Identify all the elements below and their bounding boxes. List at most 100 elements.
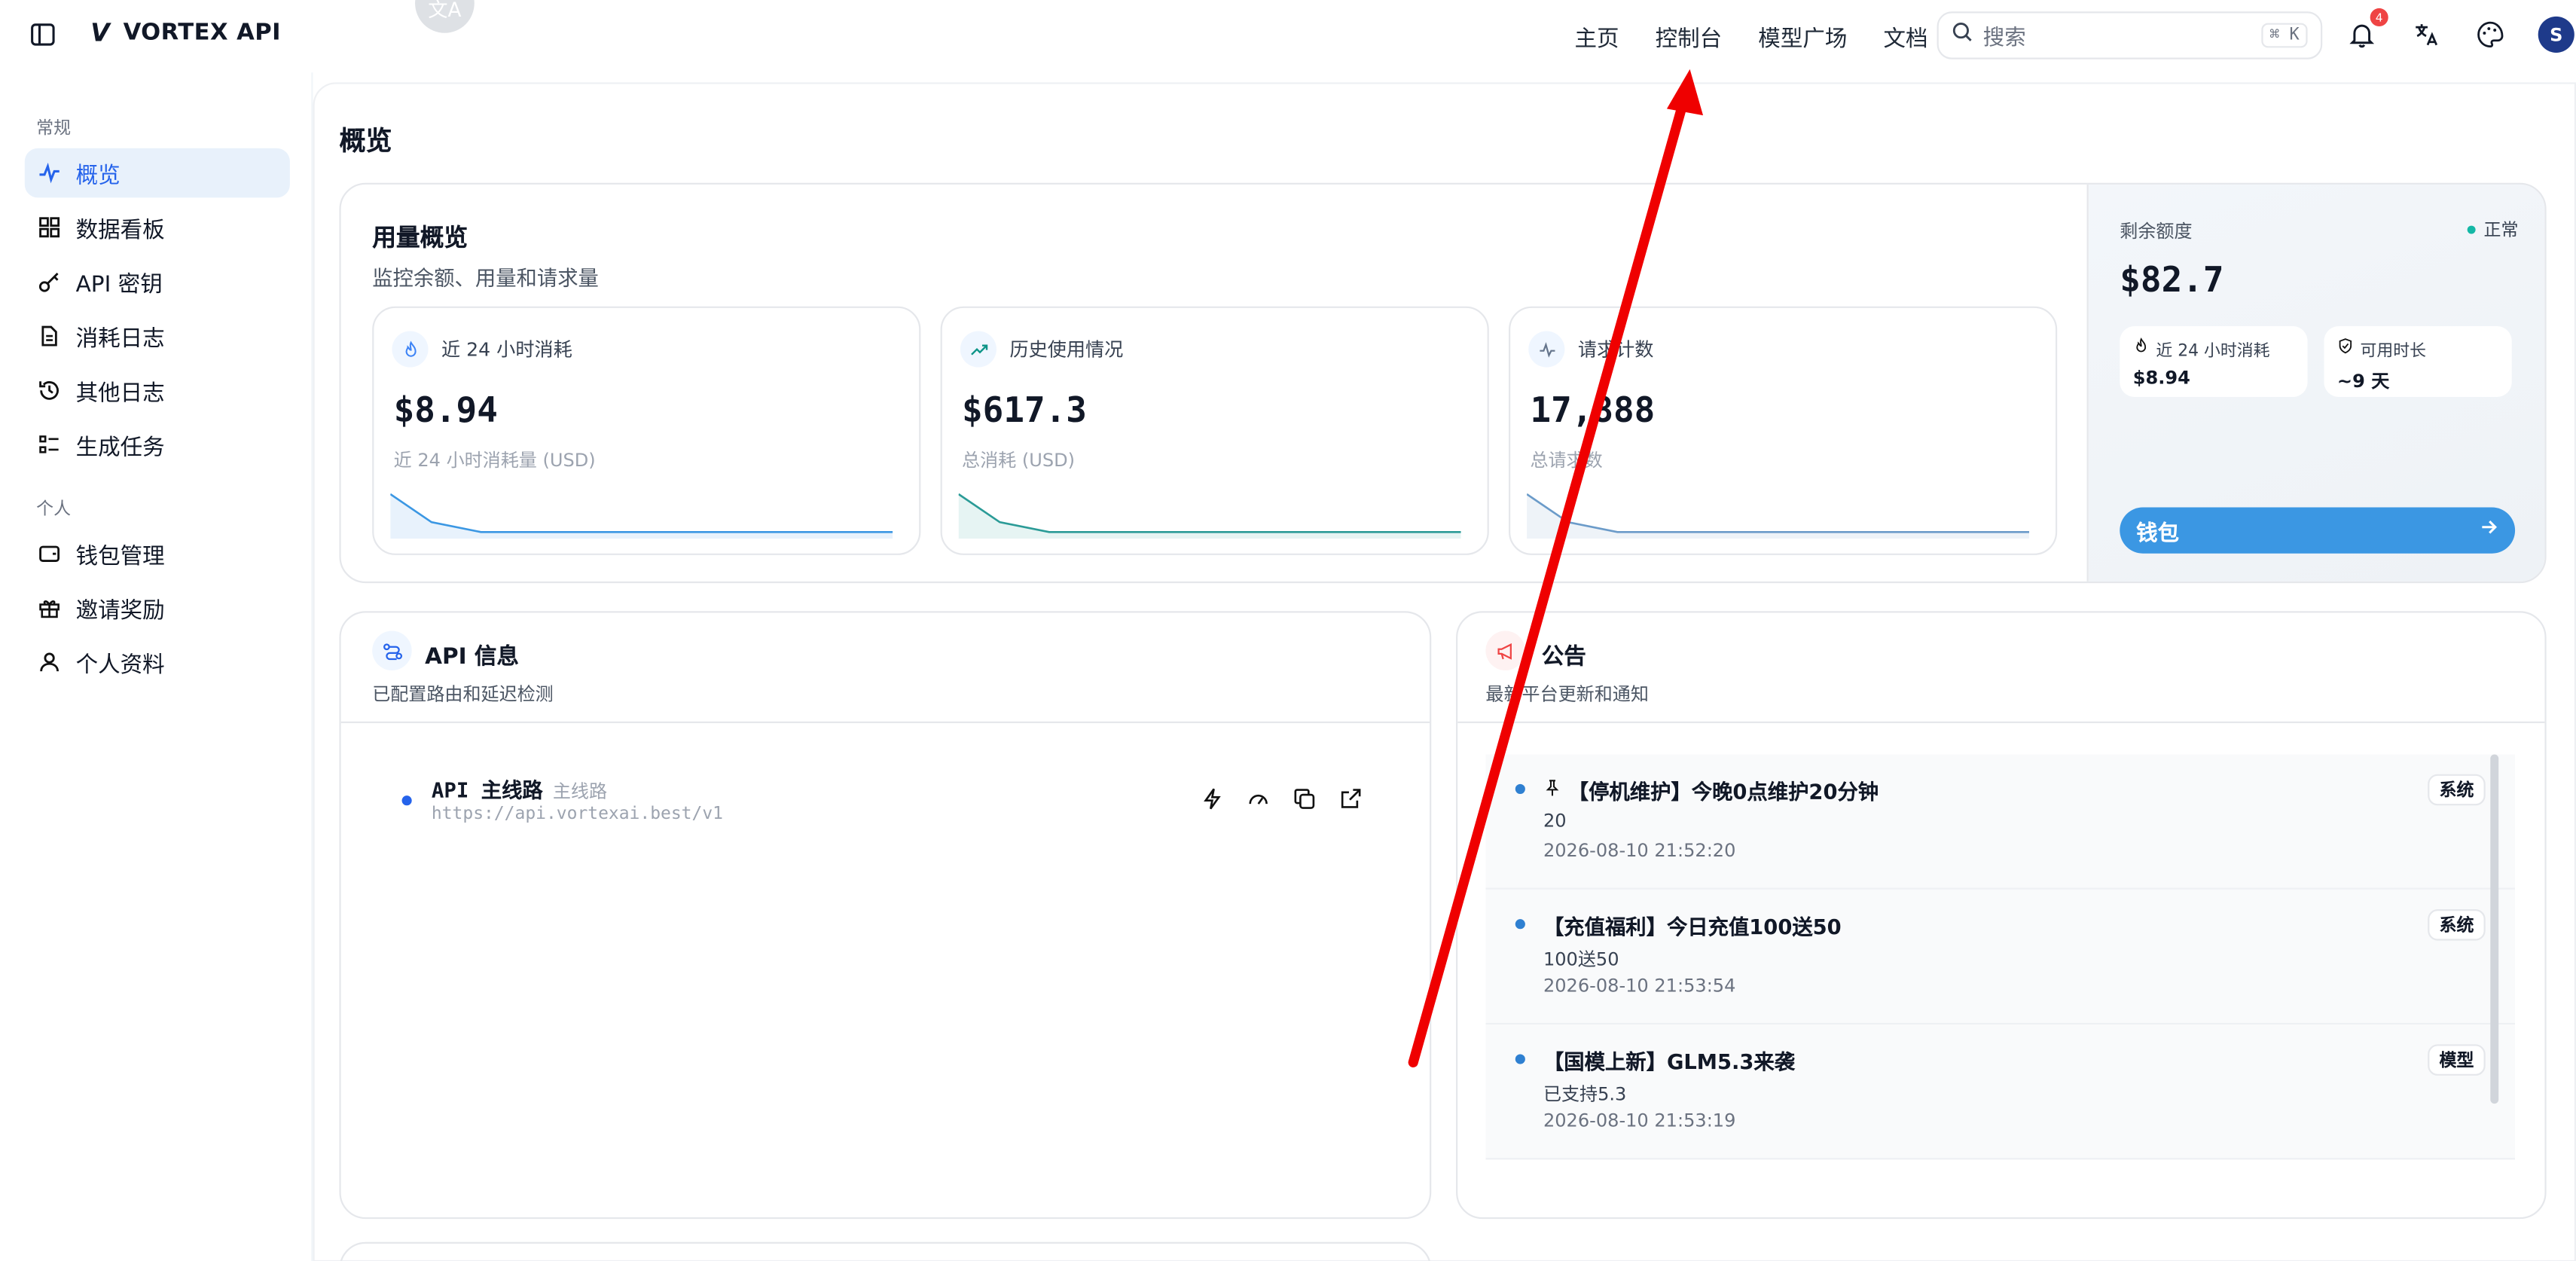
stat-card-24h: 近 24 小时消耗 $8.94 近 24 小时消耗量 (USD) bbox=[372, 306, 921, 555]
language-icon[interactable] bbox=[2410, 18, 2443, 51]
wallet-button-label: 钱包 bbox=[2136, 521, 2180, 546]
api-info-subtitle: 已配置路由和延迟检测 bbox=[372, 683, 554, 705]
sidebar-section-general: 常规 bbox=[36, 118, 72, 139]
sidebar-item-usage-logs[interactable]: 消耗日志 bbox=[25, 311, 290, 361]
stat-value: $617.3 bbox=[962, 390, 1087, 430]
nav-model-plaza[interactable]: 模型广场 bbox=[1758, 20, 1847, 53]
unread-dot bbox=[1515, 783, 1525, 794]
copy-icon[interactable] bbox=[1291, 786, 1316, 811]
translate-float-icon[interactable]: 文A bbox=[415, 0, 475, 33]
trend-up-icon bbox=[960, 331, 997, 368]
stat-subtext: 总请求数 bbox=[1530, 449, 1603, 472]
stat-subtext: 近 24 小时消耗量 (USD) bbox=[393, 449, 596, 472]
mini-label: 可用时长 bbox=[2360, 342, 2427, 361]
dashboard-icon bbox=[39, 217, 60, 238]
gift-icon bbox=[39, 600, 60, 618]
announcement-title: 【停机维护】今晚0点维护20分钟 bbox=[1567, 779, 1879, 805]
balance-panel: 剩余额度 正常 $82.7 近 24 小时消耗 $8.94 可用时长 ~9 天 … bbox=[2086, 184, 2545, 582]
divider bbox=[340, 721, 1430, 723]
api-info-title: API 信息 bbox=[425, 643, 519, 670]
route-actions bbox=[1199, 786, 1362, 811]
sidebar-item-invite[interactable]: 邀请奖励 bbox=[25, 583, 290, 633]
usage-title: 用量概览 bbox=[372, 225, 469, 252]
gauge-icon[interactable] bbox=[1245, 786, 1270, 811]
search-icon bbox=[1952, 21, 1973, 49]
announcement-body: 20 bbox=[1543, 810, 1567, 832]
mini-value: ~9 天 bbox=[2336, 371, 2390, 392]
brand-name: VORTEX API bbox=[123, 20, 281, 47]
main-content: 概览 用量概览 监控余额、用量和请求量 近 24 小时消耗 $8.94 近 24… bbox=[313, 72, 2576, 1261]
announcement-date: 2026-08-10 21:53:19 bbox=[1543, 1110, 1736, 1132]
nav-console[interactable]: 控制台 bbox=[1656, 20, 1723, 53]
announcement-tag: 系统 bbox=[2428, 909, 2486, 941]
status-badge: 正常 bbox=[2467, 218, 2518, 243]
mini-label: 近 24 小时消耗 bbox=[2156, 342, 2270, 361]
nav-docs[interactable]: 文档 bbox=[1883, 20, 1927, 53]
announcement-body: 已支持5.3 bbox=[1543, 1083, 1627, 1106]
announcements-subtitle: 最新平台更新和通知 bbox=[1485, 683, 1649, 705]
stat-label: 请求计数 bbox=[1577, 337, 1654, 361]
sidebar-item-api-keys[interactable]: API 密钥 bbox=[25, 257, 290, 307]
bell-icon[interactable]: 4 bbox=[2346, 8, 2388, 51]
stat-label: 近 24 小时消耗 bbox=[441, 337, 572, 361]
nav-home[interactable]: 主页 bbox=[1574, 20, 1619, 53]
balance-label: 剩余额度 bbox=[2120, 221, 2193, 243]
page-title: 概览 bbox=[339, 125, 392, 157]
sidebar-item-label: 数据看板 bbox=[75, 217, 165, 244]
sidebar-item-label: 个人资料 bbox=[75, 652, 165, 679]
announcement-item[interactable]: 【国模上新】GLM5.3来袭 已支持5.3 2026-08-10 21:53:1… bbox=[1485, 1024, 2516, 1160]
external-link-icon[interactable] bbox=[1338, 786, 1363, 811]
top-actions: 4 S bbox=[2346, 8, 2574, 53]
avatar[interactable]: S bbox=[2538, 16, 2574, 53]
top-nav: 主页 控制台 模型广场 文档 bbox=[1574, 20, 1927, 53]
announcement-item[interactable]: 【充值福利】今日充值100送50 100送50 2026-08-10 21:53… bbox=[1485, 889, 2516, 1025]
route-icon bbox=[372, 630, 412, 670]
search-shortcut: ⌘ K bbox=[2261, 23, 2308, 48]
palette-icon[interactable] bbox=[2474, 18, 2507, 51]
announcement-date: 2026-08-10 21:52:20 bbox=[1543, 840, 1736, 862]
stat-value: $8.94 bbox=[393, 390, 498, 430]
announcements-title: 公告 bbox=[1541, 643, 1586, 670]
stat-subtext: 总消耗 (USD) bbox=[962, 449, 1076, 472]
mini-stat-duration: 可用时长 ~9 天 bbox=[2324, 325, 2512, 397]
announcements-card: 公告 最新平台更新和通知 【停机维护】今晚0点维护20分钟 20 2026-08… bbox=[1456, 611, 2547, 1220]
sidebar-item-profile[interactable]: 个人资料 bbox=[25, 637, 290, 687]
history-icon bbox=[39, 381, 59, 400]
sidebar-section-personal: 个人 bbox=[36, 499, 72, 519]
document-icon bbox=[41, 325, 57, 347]
announcement-title: 【国模上新】GLM5.3来袭 bbox=[1543, 1049, 1796, 1074]
sidebar-item-overview[interactable]: 概览 bbox=[24, 148, 290, 198]
lightning-icon[interactable] bbox=[1199, 786, 1224, 811]
sidebar-item-other-logs[interactable]: 其他日志 bbox=[25, 365, 290, 415]
user-icon bbox=[40, 652, 59, 672]
sidebar-item-label: 生成任务 bbox=[75, 435, 165, 462]
mini-value: $8.94 bbox=[2132, 367, 2190, 389]
stat-value: 17,888 bbox=[1530, 390, 1656, 430]
notification-count-badge: 4 bbox=[2370, 8, 2388, 26]
search-input[interactable]: 搜索 ⌘ K bbox=[1937, 11, 2323, 60]
sidebar-item-wallet[interactable]: 钱包管理 bbox=[25, 529, 290, 579]
sidebar-item-dashboard[interactable]: 数据看板 bbox=[25, 203, 290, 252]
brand-logo-icon: V bbox=[90, 18, 111, 48]
brand[interactable]: V VORTEX API bbox=[90, 18, 281, 47]
route-name: API 主线路 主线路 bbox=[432, 773, 607, 805]
wallet-button[interactable]: 钱包 bbox=[2120, 507, 2516, 554]
task-list-icon bbox=[39, 435, 59, 453]
sparkline-requests bbox=[1527, 493, 2030, 539]
announcement-item[interactable]: 【停机维护】今晚0点维护20分钟 20 2026-08-10 21:52:20 … bbox=[1485, 754, 2516, 890]
announcement-title: 【充值福利】今日充值100送50 bbox=[1543, 914, 1842, 939]
search-placeholder: 搜索 bbox=[1982, 26, 2026, 51]
sidebar-item-label: 邀请奖励 bbox=[75, 597, 165, 624]
announcement-list[interactable]: 【停机维护】今晚0点维护20分钟 20 2026-08-10 21:52:20 … bbox=[1485, 754, 2516, 1186]
key-icon bbox=[38, 272, 59, 292]
sidebar-item-tasks[interactable]: 生成任务 bbox=[25, 420, 290, 470]
sparkline-24h bbox=[390, 493, 893, 539]
scrollbar[interactable] bbox=[2490, 754, 2499, 1104]
route-name-text: API 主线路 bbox=[431, 777, 543, 802]
sidebar-item-label: 消耗日志 bbox=[75, 325, 165, 353]
divider bbox=[1457, 721, 2545, 723]
route-tag: 主线路 bbox=[552, 780, 608, 802]
route-status-dot bbox=[401, 795, 412, 806]
sidebar-item-label: 其他日志 bbox=[75, 380, 165, 408]
sidebar-toggle-icon[interactable] bbox=[29, 21, 56, 47]
